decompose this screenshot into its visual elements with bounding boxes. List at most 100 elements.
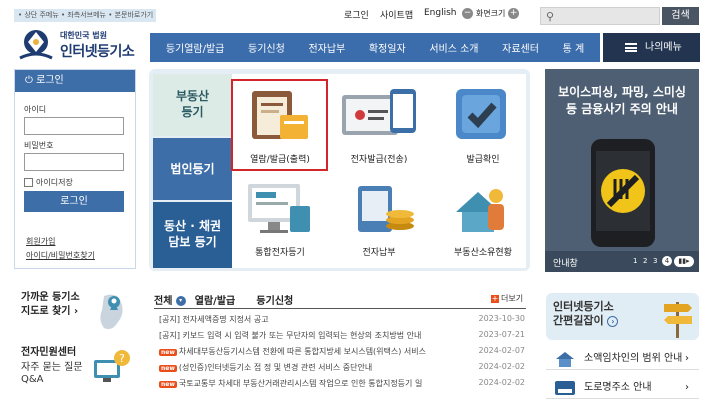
nav-item-fixed-date[interactable]: 확정일자 (369, 40, 406, 55)
save-id-label: 아이디저장 (36, 178, 73, 187)
my-menu-label: 나의메뉴 (645, 42, 682, 53)
more-button[interactable]: + 더보기 (491, 293, 523, 304)
fraud-warning-banner[interactable]: 보이스피싱, 파밍, 스미싱 등 금융사기 주의 안내 안내창 1 2 3 4 ▮… (545, 69, 699, 272)
id-label: 아이디 (24, 105, 47, 114)
more-label: 더보기 (501, 294, 524, 303)
nav-item-epayment[interactable]: 전자납부 (308, 40, 345, 55)
find-office-line1: 가까운 등기소 (21, 292, 80, 303)
login-link[interactable]: 로그인 (344, 8, 369, 21)
notice-title: [공지] 키보드 입력 시 입력 불가 또는 무단자의 입력되는 현상의 조치방… (159, 331, 422, 340)
chevron-right-icon: › (685, 382, 689, 393)
signpost-icon (664, 302, 692, 338)
notice-row[interactable]: new 차세대부동산등기시스템 전환에 따른 통합지방세 보시스템(위택스) 서비… (159, 346, 525, 360)
plus-icon: + (491, 294, 499, 303)
password-field[interactable] (24, 153, 124, 171)
guide-line1: 인터넷등기소 (553, 300, 614, 313)
road-address-sign-icon (555, 381, 575, 395)
faq-link[interactable]: 자주 묻는 질문 Q&A (21, 362, 83, 386)
logo-subtitle: 대한민국 법원 (60, 31, 107, 40)
find-office-line2: 지도로 찾기 › (21, 306, 79, 317)
notice-row[interactable]: new (성인증)인터넷등기소 접 정 및 변경 관련 서비스 중단안내 2024-… (159, 362, 525, 376)
property-ownership-icon (452, 182, 512, 241)
notice-row[interactable]: [공지] 키보드 입력 시 입력 불가 또는 무단자의 입력되는 현상의 조치방… (159, 330, 525, 344)
notice-row[interactable]: new 국토교통부 차세대 부동산거래관리시스템 작업으로 인한 통합지정등기 일… (159, 378, 525, 392)
hamburger-icon (625, 43, 637, 52)
notice-date: 2024-02-02 (478, 362, 526, 371)
pause-play-icon[interactable]: ▮▮▸ (674, 256, 694, 267)
find-office-link[interactable]: 가까운 등기소지도로 찾기 › (21, 291, 80, 319)
notice-title: (성인증)인터넷등기소 접 정 및 변경 관련 서비스 중단안내 (178, 363, 373, 372)
skip-navigation[interactable]: • 상단 주메뉴 • 좌측서브메뉴 • 본문바로가기 (14, 9, 156, 22)
search-input[interactable]: ⚲ (540, 7, 660, 25)
tab-movable-line1: 동산 · 채권 (163, 219, 222, 233)
banner-page-3[interactable]: 3 (653, 257, 657, 265)
service-label-integrated[interactable]: 통합전자등기 (231, 245, 329, 258)
tab-movable-line2: 담보 등기 (168, 235, 217, 249)
notice-date: 2024-02-07 (478, 346, 526, 355)
road-address-guide-link[interactable]: 도로명주소 안내 › (546, 376, 699, 399)
tab-movable-registry[interactable]: 동산 · 채권담보 등기 (153, 202, 232, 268)
banner-page-4[interactable]: 4 (662, 256, 672, 266)
nav-item-service-intro[interactable]: 서비스 소개 (429, 40, 478, 55)
service-label-verify[interactable]: 발급확인 (434, 152, 532, 165)
tab-all[interactable]: 전체 (154, 296, 172, 307)
banner-page-2[interactable]: 2 (643, 257, 647, 265)
service-label-epayment[interactable]: 전자납부 (330, 245, 428, 258)
notice-title: [공지] 전자세액증명 지정서 공고 (159, 315, 269, 324)
link-label: 도로명주소 안내 (584, 382, 652, 393)
search-icon: ⚲ (546, 10, 555, 23)
notice-divider (154, 308, 526, 309)
notice-title: 차세대부동산등기시스템 전환에 따른 통합지방세 보시스템(위택스) 서비스 (178, 347, 427, 356)
tab-realty-line2: 등기 (181, 105, 204, 119)
notice-row[interactable]: [공지] 전자세액증명 지정서 공고 2023-10-30 (159, 314, 525, 328)
chevron-down-icon: ▾ (175, 296, 186, 306)
small-tenant-guide-link[interactable]: 소액임차인의 범위 안내 › (546, 347, 699, 370)
service-label-e-issue[interactable]: 전자발급(전송) (330, 152, 428, 165)
e-civil-center-title[interactable]: 전자민원센터 (21, 346, 76, 360)
new-badge: new (159, 349, 177, 356)
service-label-view-issue[interactable]: 열람/발급(출력) (231, 152, 329, 165)
login-title: 로그인 (36, 75, 64, 86)
tab-registration[interactable]: 등기신청 (256, 296, 293, 307)
integrated-e-registry-icon (244, 182, 314, 241)
e-payment-icon (352, 182, 422, 241)
save-id-checkbox[interactable]: 아이디저장 (24, 177, 73, 188)
search-button[interactable]: 검색 (662, 7, 699, 25)
nav-item-statistics[interactable]: 통 계 (563, 40, 585, 55)
login-button[interactable]: 로그인 (24, 191, 124, 212)
main-navigation: 등기열람/발급 등기신청 전자납부 확정일자 서비스 소개 자료센터 통 계 (150, 33, 600, 62)
nav-item-resource-center[interactable]: 자료센터 (502, 40, 539, 55)
notice-tabs: 전체 ▾ 열람/발급 등기신청 (154, 292, 293, 307)
banner-footer: 안내창 1 2 3 4 ▮▮▸ (545, 251, 699, 272)
my-menu-button[interactable]: 나의메뉴 (603, 33, 700, 62)
arrow-right-icon: › (607, 316, 619, 327)
issue-verify-icon (452, 85, 512, 148)
tab-view-issue[interactable]: 열람/발급 (195, 296, 235, 307)
tab-realty-line1: 부동산 (175, 89, 210, 103)
svg-text:?: ? (119, 352, 125, 365)
english-link[interactable]: English (424, 8, 457, 18)
nav-item-registration[interactable]: 등기신청 (248, 40, 285, 55)
join-link[interactable]: 회원가입 (26, 236, 55, 247)
notice-date: 2023-07-21 (478, 330, 526, 339)
screen-size-label: 화면크기 (475, 9, 506, 18)
new-badge: new (159, 381, 177, 388)
tab-realty-registry[interactable]: 부동산등기 (153, 74, 232, 136)
tab-corporate-registry[interactable]: 법인등기 (153, 138, 232, 200)
sitemap-link[interactable]: 사이트맵 (380, 8, 413, 21)
nav-item-view-issue[interactable]: 등기열람/발급 (166, 40, 225, 55)
id-field[interactable] (24, 117, 124, 135)
faq-line2: Q&A (21, 374, 44, 385)
chevron-right-icon: › (685, 353, 689, 364)
court-emblem-icon (19, 30, 53, 60)
zoom-control: − 화면크기 + (462, 8, 520, 19)
password-label: 비밀번호 (24, 141, 54, 150)
find-account-link[interactable]: 아이디/비밀번호찾기 (26, 250, 95, 261)
banner-page-1[interactable]: 1 (633, 257, 637, 265)
zoom-out-icon[interactable]: − (462, 8, 473, 19)
zoom-in-icon[interactable]: + (508, 8, 520, 19)
logo-title: 인터넷등기소 (60, 44, 135, 60)
korea-map-icon (100, 294, 123, 330)
service-label-ownership[interactable]: 부동산소유현황 (434, 245, 532, 258)
notice-date: 2023-10-30 (478, 314, 526, 323)
